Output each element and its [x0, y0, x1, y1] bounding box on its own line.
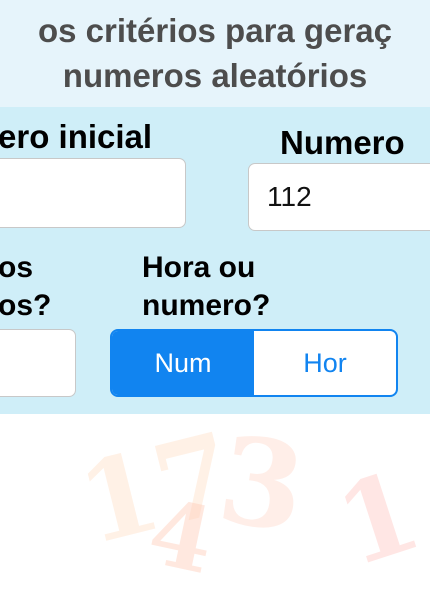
end-number-input[interactable]: 112	[248, 163, 430, 231]
count-input[interactable]	[0, 329, 76, 397]
mode-label-line2: numero?	[142, 289, 271, 322]
instructions-header: os critérios para geraç numeros aleatóri…	[0, 0, 430, 107]
mode-segmented-control[interactable]: Num Hor	[110, 329, 398, 397]
mode-option-hor[interactable]: Hor	[254, 331, 396, 395]
start-number-label: ero inicial	[0, 118, 153, 155]
start-number-input[interactable]	[0, 158, 186, 228]
background-digit: 1	[321, 445, 430, 592]
header-line-1: os critérios para geraç	[37, 12, 392, 49]
background-digits-art: 17 4 3 1	[0, 414, 430, 615]
background-digit: 3	[210, 414, 313, 561]
mode-label-line1: Hora ou	[142, 251, 256, 284]
end-number-label: Numero	[280, 124, 405, 161]
mode-option-num[interactable]: Num	[112, 331, 254, 395]
count-label-line1: os	[0, 251, 34, 284]
count-label-line2: os?	[0, 289, 52, 322]
header-line-2: numeros aleatórios	[62, 57, 368, 94]
